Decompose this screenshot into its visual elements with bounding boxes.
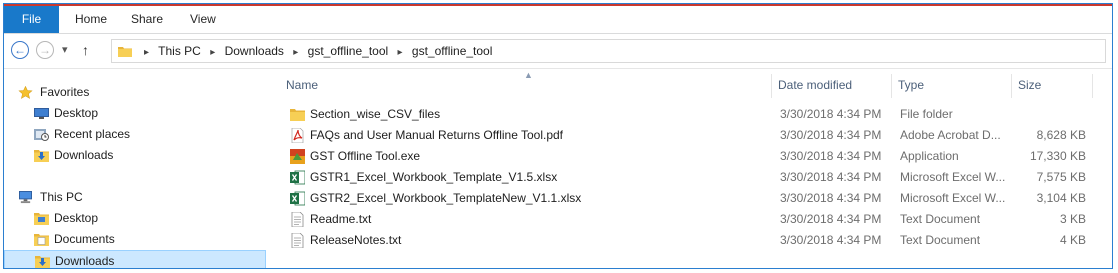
text-file-icon (291, 233, 304, 248)
sidebar-item-documents[interactable]: Documents (4, 229, 266, 250)
excel-icon (290, 170, 305, 185)
sort-ascending-icon: ▲ (524, 70, 533, 80)
table-row[interactable]: Readme.txt 3/30/2018 4:34 PM Text Docume… (274, 209, 1104, 230)
sidebar-group-this-pc[interactable]: This PC (4, 187, 266, 208)
star-icon (18, 86, 33, 99)
table-row[interactable]: GSTR1_Excel_Workbook_Template_V1.5.xlsx … (274, 167, 1104, 188)
excel-icon (290, 191, 305, 206)
breadcrumb-separator-icon[interactable]: ▸ (204, 47, 221, 58)
app-icon (290, 149, 305, 164)
file-size: 4 KB (1059, 233, 1086, 247)
explorer-window: File Home Share View ← → ▾ ↑ ▸ This PC ▸… (3, 3, 1113, 269)
column-header-name[interactable]: Name (286, 70, 318, 100)
sidebar-item-label: Downloads (55, 254, 115, 268)
file-name: FAQs and User Manual Returns Offline Too… (310, 128, 564, 142)
table-row[interactable]: Section_wise_CSV_files 3/30/2018 4:34 PM… (274, 104, 1104, 125)
up-arrow-icon[interactable]: ↑ (82, 42, 89, 58)
file-date: 3/30/2018 4:34 PM (780, 149, 882, 163)
file-name: Readme.txt (310, 212, 372, 226)
pdf-icon (291, 128, 304, 143)
file-type: Microsoft Excel W... (900, 170, 1006, 184)
file-size: 3,104 KB (1036, 191, 1086, 205)
sidebar-item-desktop[interactable]: Desktop (4, 208, 266, 229)
file-name: ReleaseNotes.txt (310, 233, 402, 247)
breadcrumb-downloads[interactable]: Downloads (225, 44, 284, 58)
downloads-icon (34, 150, 49, 162)
sidebar-group-label: Favorites (40, 85, 90, 99)
breadcrumb-separator-icon[interactable]: ▸ (392, 47, 409, 58)
sidebar-item-downloads[interactable]: Downloads (4, 145, 266, 166)
file-size: 8,628 KB (1036, 128, 1086, 142)
file-list: ▲ Name Date modified Type Size Section_w… (274, 70, 1112, 268)
file-date: 3/30/2018 4:34 PM (780, 128, 882, 142)
breadcrumb-gst-offline-tool[interactable]: gst_offline_tool (308, 44, 389, 58)
sidebar-item-label: Desktop (54, 106, 99, 120)
table-row[interactable]: FAQs and User Manual Returns Offline Too… (274, 125, 1104, 146)
tab-view[interactable]: View (190, 6, 216, 33)
tab-share[interactable]: Share (131, 6, 163, 33)
breadcrumb-this-pc[interactable]: This PC (158, 44, 201, 58)
column-header-date-modified[interactable]: Date modified (778, 70, 852, 100)
sidebar-item-label: Recent places (54, 127, 131, 141)
folder-icon (290, 109, 305, 121)
back-button[interactable]: ← (11, 41, 29, 59)
file-type: Microsoft Excel W... (900, 191, 1006, 205)
forward-button[interactable]: → (36, 41, 54, 59)
folder-icon (118, 47, 132, 57)
desktop-folder-icon (34, 213, 49, 225)
recent-locations-chevron-icon[interactable]: ▾ (62, 42, 68, 58)
table-row[interactable]: ReleaseNotes.txt 3/30/2018 4:34 PM Text … (274, 230, 1104, 251)
downloads-icon (35, 256, 50, 268)
file-name: Section_wise_CSV_files (310, 107, 441, 121)
file-type: Text Document (900, 212, 981, 226)
column-header-size[interactable]: Size (1018, 70, 1041, 100)
text-file-icon (291, 212, 304, 227)
column-divider[interactable] (1092, 74, 1093, 98)
file-size: 7,575 KB (1036, 170, 1086, 184)
sidebar-item-desktop[interactable]: Desktop (4, 103, 266, 124)
sidebar-item-downloads-selected[interactable]: Downloads (4, 250, 266, 268)
sidebar-group-favorites[interactable]: Favorites (4, 82, 266, 103)
column-header-type[interactable]: Type (898, 70, 924, 100)
sidebar-item-label: Desktop (54, 211, 99, 225)
file-type: Text Document (900, 233, 981, 247)
tab-file[interactable]: File (4, 6, 59, 33)
file-name: GST Offline Tool.exe (310, 149, 421, 163)
file-date: 3/30/2018 4:34 PM (780, 233, 882, 247)
tab-home[interactable]: Home (75, 6, 107, 33)
sidebar-item-recent-places[interactable]: Recent places (4, 124, 266, 145)
file-size: 17,330 KB (1029, 149, 1086, 163)
navigation-bar: ← → ▾ ↑ ▸ This PC ▸ Downloads ▸ gst_offl… (4, 34, 1112, 69)
file-date: 3/30/2018 4:34 PM (780, 191, 882, 205)
file-name: GSTR2_Excel_Workbook_TemplateNew_V1.1.xl… (310, 191, 582, 205)
sidebar-group-label: This PC (40, 190, 83, 204)
breadcrumb: ▸ This PC ▸ Downloads ▸ gst_offline_tool… (138, 40, 492, 62)
file-size: 3 KB (1059, 212, 1086, 226)
ribbon-tabs: File Home Share View (4, 6, 1112, 34)
breadcrumb-separator-icon: ▸ (144, 47, 150, 58)
file-date: 3/30/2018 4:34 PM (780, 107, 882, 121)
column-divider[interactable] (891, 74, 892, 98)
file-type: Adobe Acrobat D... (900, 128, 1001, 142)
column-divider[interactable] (771, 74, 772, 98)
desktop-icon (34, 108, 49, 119)
breadcrumb-separator-icon[interactable]: ▸ (287, 47, 304, 58)
sidebar-item-label: Downloads (54, 148, 114, 162)
file-type: Application (900, 149, 959, 163)
navigation-pane: Favorites Desktop Recent places Download… (4, 70, 268, 268)
recent-places-icon (34, 129, 49, 141)
breadcrumb-gst-offline-tool-current[interactable]: gst_offline_tool (412, 44, 493, 58)
file-date: 3/30/2018 4:34 PM (780, 212, 882, 226)
address-bar[interactable]: ▸ This PC ▸ Downloads ▸ gst_offline_tool… (111, 39, 1106, 63)
file-type: File folder (900, 107, 953, 121)
documents-icon (34, 234, 49, 246)
column-divider[interactable] (1011, 74, 1012, 98)
sidebar-item-label: Documents (54, 232, 115, 246)
table-row[interactable]: GST Offline Tool.exe 3/30/2018 4:34 PM A… (274, 146, 1104, 167)
file-name: GSTR1_Excel_Workbook_Template_V1.5.xlsx (310, 170, 558, 184)
file-date: 3/30/2018 4:34 PM (780, 170, 882, 184)
table-row[interactable]: GSTR2_Excel_Workbook_TemplateNew_V1.1.xl… (274, 188, 1104, 209)
computer-icon (19, 191, 32, 204)
